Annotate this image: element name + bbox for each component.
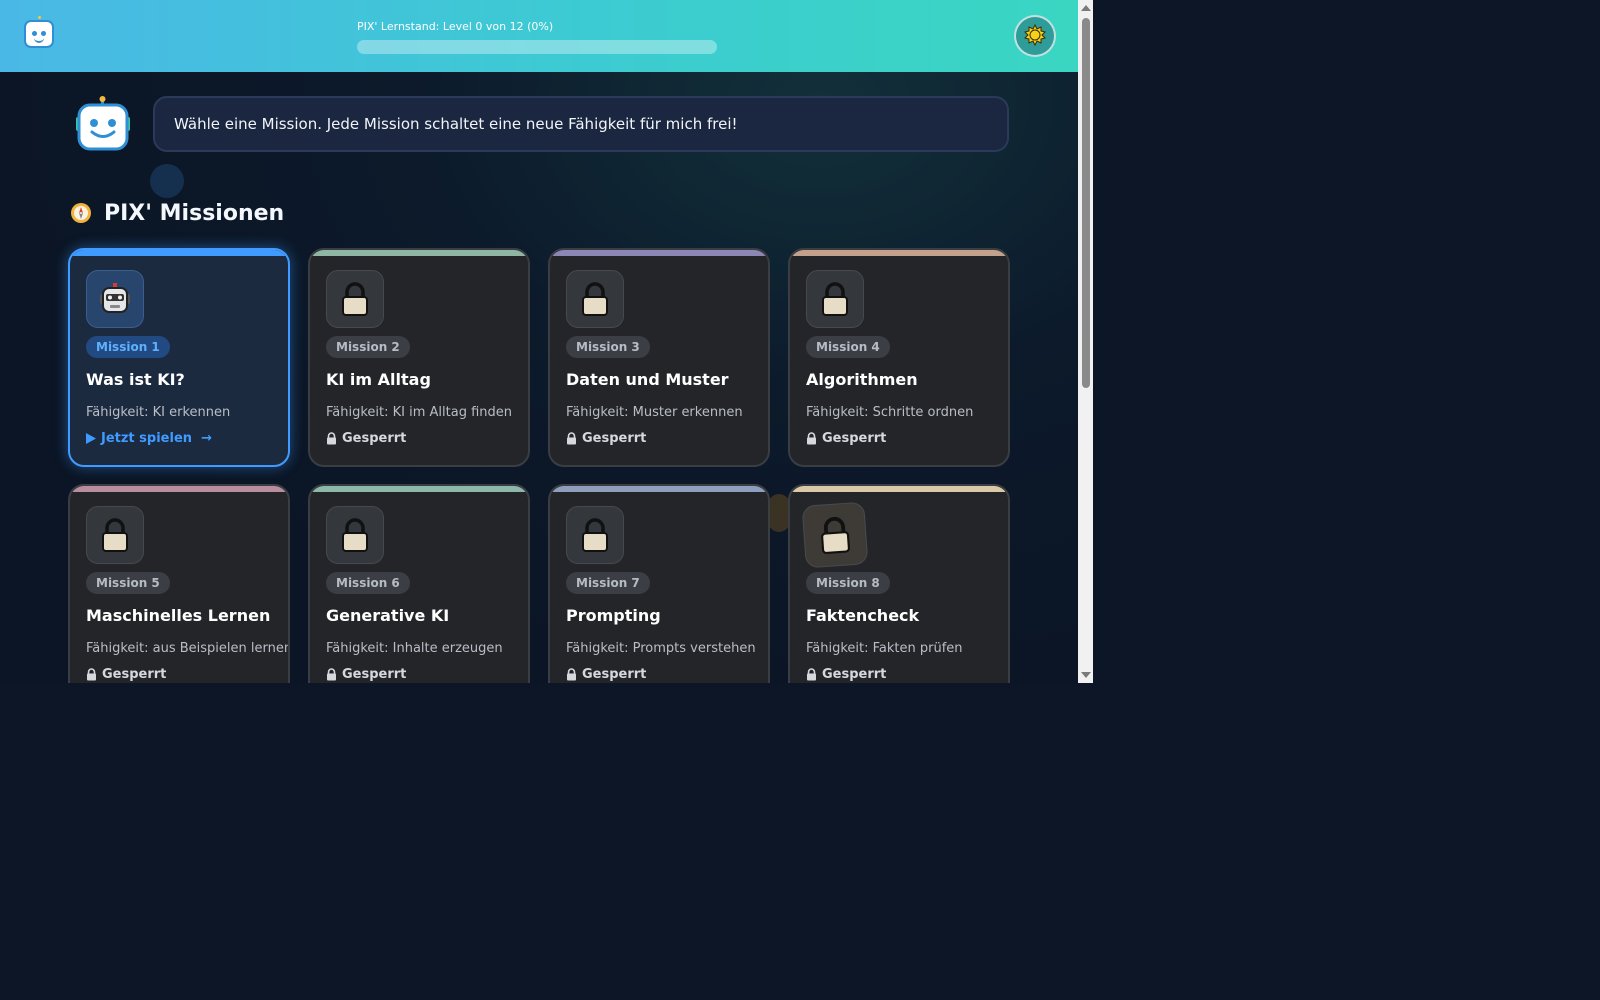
progress-bar — [357, 40, 717, 54]
section-title: PIX' Missionen — [104, 200, 285, 226]
lock-icon — [582, 282, 608, 316]
mission-status-label: Gesperrt — [822, 667, 887, 682]
scroll-thumb[interactable] — [1082, 18, 1090, 388]
mission-badge: Mission 7 — [566, 572, 650, 594]
top-bar: PIX' Lernstand: Level 0 von 12 (0%) — [0, 0, 1078, 72]
mission-title: Algorithmen — [806, 370, 918, 389]
mission-card-4[interactable]: Mission 4 Algorithmen Fähigkeit: Schritte … — [788, 248, 1010, 467]
mission-status-label: Gesperrt — [342, 431, 407, 446]
card-accent-strip — [70, 250, 288, 256]
mission-badge: Mission 8 — [806, 572, 890, 594]
lock-icon — [567, 432, 576, 445]
lock-icon — [822, 282, 848, 316]
scroll-down-arrow-icon[interactable] — [1081, 672, 1091, 678]
mission-card-1[interactable]: Mission 1 Was ist KI? Fähigkeit: KI erkenn… — [68, 248, 290, 467]
mission-badge: Mission 6 — [326, 572, 410, 594]
mission-status-label: Gesperrt — [582, 667, 647, 682]
play-icon — [86, 433, 96, 444]
lock-icon — [342, 282, 368, 316]
locked-status: Gesperrt — [566, 431, 646, 446]
mission-title: Was ist KI? — [86, 370, 185, 389]
mission-icon-box — [806, 270, 864, 328]
mission-skill: Fähigkeit: Fakten prüfen — [806, 641, 963, 656]
mission-title: Maschinelles Lernen — [86, 606, 271, 625]
lock-icon — [807, 432, 816, 445]
robot-icon[interactable] — [24, 16, 54, 48]
locked-status: Gesperrt — [806, 431, 886, 446]
scroll-up-arrow-icon[interactable] — [1081, 5, 1091, 11]
locked-status: Gesperrt — [86, 667, 166, 682]
mission-badge: Mission 3 — [566, 336, 650, 358]
mission-skill: Fähigkeit: Inhalte erzeugen — [326, 641, 503, 656]
mission-badge: Mission 4 — [806, 336, 890, 358]
mission-status-label: Gesperrt — [822, 431, 887, 446]
card-accent-strip — [70, 486, 288, 492]
decorative-dot — [768, 494, 790, 532]
page: PIX' Lernstand: Level 0 von 12 (0%) Wähl… — [0, 0, 1078, 683]
mission-icon-box — [86, 506, 144, 564]
decorative-dot — [150, 164, 184, 198]
lock-icon — [567, 668, 576, 681]
mission-icon-box — [326, 506, 384, 564]
mission-skill: Fähigkeit: KI erkennen — [86, 405, 231, 420]
mission-card-2[interactable]: Mission 2 KI im Alltag Fähigkeit: KI im Al… — [308, 248, 530, 467]
mission-title: KI im Alltag — [326, 370, 431, 389]
mission-status-label: Gesperrt — [102, 667, 167, 682]
mission-skill: Fähigkeit: Schritte ordnen — [806, 405, 974, 420]
card-accent-strip — [310, 486, 528, 492]
progress-label: PIX' Lernstand: Level 0 von 12 (0%) — [357, 20, 554, 33]
mission-status-label: Jetzt spielen → — [101, 431, 212, 446]
card-accent-strip — [550, 250, 768, 256]
mission-icon-box — [566, 270, 624, 328]
mission-title: Prompting — [566, 606, 661, 625]
lock-icon — [327, 668, 336, 681]
locked-status: Gesperrt — [806, 667, 886, 682]
mission-card-5[interactable]: Mission 5 Maschinelles Lernen Fähigkeit: a… — [68, 484, 290, 683]
mission-badge: Mission 2 — [326, 336, 410, 358]
locked-status: Gesperrt — [326, 431, 406, 446]
theme-toggle-button[interactable] — [1014, 15, 1056, 57]
mission-icon-box — [566, 506, 624, 564]
card-accent-strip — [790, 486, 1008, 492]
card-accent-strip — [310, 250, 528, 256]
mission-skill: Fähigkeit: Muster erkennen — [566, 405, 743, 420]
mission-skill: Fähigkeit: aus Beispielen lernen — [86, 641, 290, 656]
mission-icon-box — [326, 270, 384, 328]
lock-icon — [87, 668, 96, 681]
robot-icon — [100, 283, 130, 313]
scrollbar[interactable] — [1078, 0, 1093, 683]
card-accent-strip — [550, 486, 768, 492]
mission-title: Daten und Muster — [566, 370, 729, 389]
mission-title: Faktencheck — [806, 606, 920, 625]
mission-badge: Mission 5 — [86, 572, 170, 594]
mission-status-label: Gesperrt — [342, 667, 407, 682]
mission-card-8[interactable]: Mission 8 Faktencheck Fähigkeit: Fakten pr… — [788, 484, 1010, 683]
section-header: PIX' Missionen — [70, 198, 284, 228]
mission-status-label: Gesperrt — [582, 431, 647, 446]
compass-icon — [71, 203, 91, 223]
bot-speech-bubble: Wähle eine Mission. Jede Mission schalte… — [153, 96, 1009, 152]
mission-icon-box — [86, 270, 144, 328]
lock-icon — [582, 518, 608, 552]
lock-icon — [821, 516, 850, 555]
mission-skill: Fähigkeit: KI im Alltag finden — [326, 405, 513, 420]
mission-title: Generative KI — [326, 606, 450, 625]
mission-card-7[interactable]: Mission 7 Prompting Fähigkeit: Prompts ver… — [548, 484, 770, 683]
lock-icon — [327, 432, 336, 445]
locked-status: Gesperrt — [326, 667, 406, 682]
mission-card-3[interactable]: Mission 3 Daten und Muster Fähigkeit: Must… — [548, 248, 770, 467]
lock-icon — [807, 668, 816, 681]
card-accent-strip — [790, 250, 1008, 256]
sun-icon — [1024, 24, 1046, 47]
play-now-button[interactable]: Jetzt spielen → — [86, 431, 212, 446]
mission-badge: Mission 1 — [86, 336, 170, 358]
mission-card-6[interactable]: Mission 6 Generative KI Fähigkeit: Inhalte… — [308, 484, 530, 683]
mission-skill: Fähigkeit: Prompts verstehen — [566, 641, 756, 656]
bot-avatar-icon — [74, 95, 132, 153]
mission-icon-box — [801, 501, 869, 569]
lock-icon — [342, 518, 368, 552]
app-viewport: PIX' Lernstand: Level 0 von 12 (0%) Wähl… — [0, 0, 1093, 683]
locked-status: Gesperrt — [566, 667, 646, 682]
lock-icon — [102, 518, 128, 552]
